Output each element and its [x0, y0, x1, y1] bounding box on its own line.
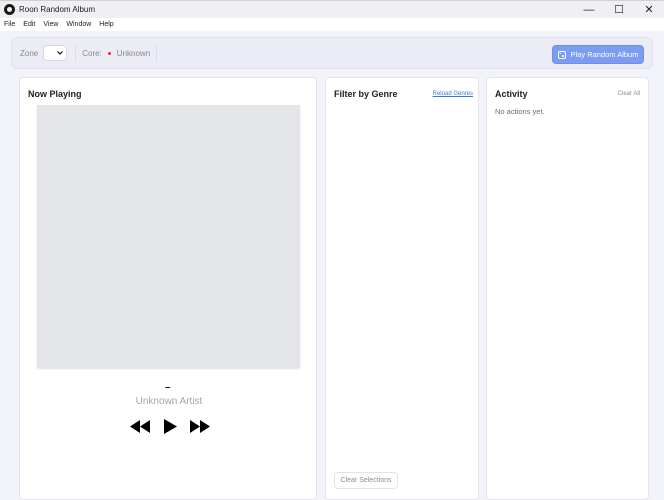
main-area: Zone Core: Unknown Play Random Album Now… — [0, 31, 664, 500]
play-random-album-button[interactable]: Play Random Album — [552, 45, 644, 64]
play-icon — [163, 418, 177, 434]
genre-filter-title: Filter by Genre — [334, 89, 398, 99]
menu-bar: File Edit View Window Help — [0, 18, 664, 31]
minimize-button[interactable]: — — [574, 1, 604, 18]
dice-icon — [557, 50, 566, 59]
app-logo-icon — [4, 4, 15, 15]
core-status-dot-icon — [107, 51, 111, 55]
reload-genres-link[interactable]: Reload Genres — [433, 91, 473, 97]
fast-forward-icon — [190, 419, 210, 433]
close-button[interactable]: ✕ — [634, 1, 664, 18]
activity-title: Activity — [495, 89, 528, 99]
now-playing-title: Now Playing — [28, 89, 82, 99]
track-title: – — [165, 382, 171, 393]
genre-filter-panel: Filter by Genre Reload Genres Clear Sele… — [325, 77, 479, 500]
zone-select[interactable] — [43, 45, 68, 61]
artist-name: Unknown Artist — [135, 396, 203, 407]
core-label: Core: — [82, 48, 102, 58]
activity-panel: Activity Clear All No actions yet. — [486, 77, 649, 500]
previous-button[interactable] — [130, 419, 150, 433]
window-controls: — ☐ ✕ — [574, 1, 664, 18]
toolbar-divider — [156, 44, 158, 62]
clear-selections-button[interactable]: Clear Selections — [334, 472, 398, 489]
menu-file[interactable]: File — [4, 21, 15, 28]
album-art — [37, 105, 300, 368]
window-title: Roon Random Album — [19, 5, 96, 14]
rewind-icon — [130, 419, 150, 433]
playback-controls — [130, 418, 210, 434]
title-bar: Roon Random Album — ☐ ✕ — [0, 0, 664, 18]
menu-help[interactable]: Help — [99, 21, 113, 28]
core-status: Unknown — [116, 48, 151, 58]
clear-all-button[interactable]: Clear All — [618, 91, 640, 97]
chevron-down-icon — [57, 51, 64, 55]
menu-view[interactable]: View — [43, 21, 58, 28]
play-random-album-label: Play Random Album — [570, 50, 639, 59]
toolbar: Zone Core: Unknown Play Random Album — [11, 37, 653, 69]
next-button[interactable] — [190, 419, 210, 433]
now-playing-panel: Now Playing – Unknown Artist — [19, 77, 317, 500]
menu-window[interactable]: Window — [66, 21, 91, 28]
play-button[interactable] — [163, 418, 177, 434]
activity-empty-text: No actions yet. — [495, 107, 545, 116]
zone-label: Zone — [20, 48, 39, 58]
toolbar-divider — [75, 44, 77, 62]
maximize-button[interactable]: ☐ — [604, 1, 634, 18]
menu-edit[interactable]: Edit — [23, 21, 35, 28]
